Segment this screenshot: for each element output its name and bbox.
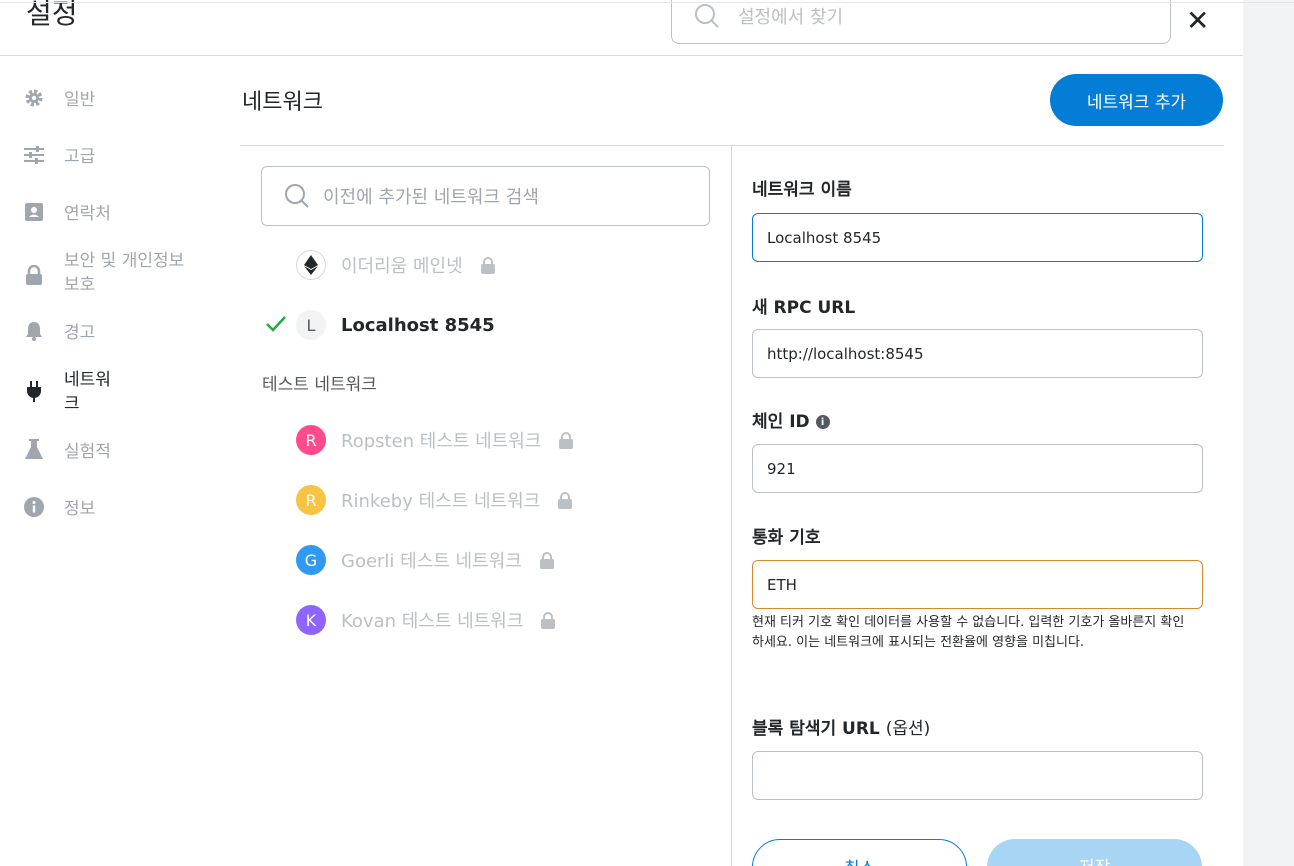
save-button[interactable]: 저장 bbox=[987, 839, 1202, 866]
sidebar-item-advanced[interactable]: 고급 bbox=[24, 145, 95, 169]
network-label: 이더리움 메인넷 bbox=[341, 256, 463, 277]
currency-symbol-input[interactable] bbox=[752, 560, 1203, 609]
section-title: 네트워크 bbox=[242, 90, 323, 115]
explorer-url-label: 블록 탐색기 URL bbox=[752, 719, 880, 739]
sidebar-item-alerts[interactable]: 경고 bbox=[24, 321, 95, 345]
sidebar-item-label: 고급 bbox=[64, 147, 96, 167]
cancel-button[interactable]: 취소 bbox=[752, 839, 967, 866]
bell-icon bbox=[24, 321, 44, 341]
settings-panel: 설정 설정에서 찾기 ✕ 일반 고급 연락처 보안 및 개인정보 보호 경고 네… bbox=[0, 0, 1243, 866]
settings-search-field[interactable]: 설정에서 찾기 bbox=[671, 0, 1171, 44]
section-divider bbox=[240, 145, 1224, 146]
explorer-optional-label: (옵션) bbox=[885, 719, 931, 739]
chain-id-label: 체인 ID bbox=[752, 412, 810, 432]
sidebar-item-label: 정보 bbox=[64, 499, 96, 519]
lock-icon bbox=[539, 551, 554, 569]
currency-symbol-label: 통화 기호 bbox=[752, 528, 821, 548]
explorer-url-input[interactable] bbox=[752, 751, 1203, 800]
top-border bbox=[0, 2, 1294, 3]
network-avatar: R bbox=[296, 485, 326, 515]
network-search-placeholder: 이전에 추가된 네트워크 검색 bbox=[323, 187, 539, 208]
rpc-url-label: 새 RPC URL bbox=[752, 298, 856, 318]
lock-icon bbox=[559, 431, 574, 449]
info-icon[interactable]: i bbox=[815, 415, 830, 429]
currency-symbol-warning: 현재 티커 기호 확인 데이터를 사용할 수 없습니다. 입력한 기호가 올바른… bbox=[752, 615, 1185, 650]
network-item-goerli[interactable]: G Goerli 테스트 네트워크 bbox=[296, 545, 554, 575]
network-name-input[interactable] bbox=[752, 213, 1203, 262]
network-label: Goerli 테스트 네트워크 bbox=[341, 551, 522, 572]
sidebar-item-networks[interactable]: 네트워 크 bbox=[24, 368, 111, 416]
close-icon[interactable]: ✕ bbox=[1186, 4, 1209, 37]
plug-icon bbox=[24, 381, 44, 402]
sidebar-item-experimental[interactable]: 실험적 bbox=[24, 439, 111, 464]
column-divider bbox=[731, 145, 732, 866]
network-item-localhost[interactable]: L Localhost 8545 bbox=[296, 310, 495, 340]
network-search-input[interactable]: 이전에 추가된 네트워크 검색 bbox=[261, 166, 710, 226]
check-icon bbox=[266, 316, 286, 332]
background-strip bbox=[1243, 0, 1294, 866]
chain-id-input[interactable] bbox=[752, 444, 1203, 493]
sidebar-item-general[interactable]: 일반 bbox=[24, 88, 95, 112]
network-item-ropsten[interactable]: R Ropsten 테스트 네트워크 bbox=[296, 425, 574, 455]
sliders-icon bbox=[24, 145, 44, 165]
sidebar-item-label: 보안 및 개인정보 보호 bbox=[64, 251, 185, 295]
network-avatar: L bbox=[296, 310, 326, 340]
page-title: 설정 bbox=[26, 0, 78, 30]
lock-icon bbox=[541, 611, 556, 629]
sidebar-item-contacts[interactable]: 연락처 bbox=[24, 202, 111, 226]
flask-icon bbox=[24, 439, 44, 460]
ethereum-icon bbox=[296, 250, 326, 280]
network-avatar: K bbox=[296, 605, 326, 635]
search-icon bbox=[695, 4, 719, 28]
sidebar-item-label: 일반 bbox=[64, 90, 96, 110]
network-avatar: G bbox=[296, 545, 326, 575]
sidebar-item-security[interactable]: 보안 및 개인정보 보호 bbox=[24, 249, 184, 297]
network-avatar: R bbox=[296, 425, 326, 455]
sidebar-item-label: 경고 bbox=[64, 323, 96, 343]
lock-icon bbox=[480, 256, 495, 274]
info-icon bbox=[24, 497, 44, 517]
network-item-mainnet[interactable]: 이더리움 메인넷 bbox=[296, 250, 495, 280]
lock-icon bbox=[24, 265, 44, 285]
network-label: Localhost 8545 bbox=[341, 314, 495, 336]
network-label: Ropsten 테스트 네트워크 bbox=[341, 431, 542, 452]
header-divider bbox=[0, 55, 1243, 56]
contact-book-icon bbox=[24, 202, 44, 222]
rpc-url-input[interactable] bbox=[752, 329, 1203, 378]
lock-icon bbox=[558, 491, 573, 509]
search-icon bbox=[285, 184, 309, 208]
network-item-kovan[interactable]: K Kovan 테스트 네트워크 bbox=[296, 605, 556, 635]
network-label: Kovan 테스트 네트워크 bbox=[341, 611, 524, 632]
network-label: Rinkeby 테스트 네트워크 bbox=[341, 491, 541, 512]
sidebar-item-label: 연락처 bbox=[64, 204, 111, 224]
settings-search-placeholder: 설정에서 찾기 bbox=[738, 7, 844, 28]
chain-id-label-row: 체인 ID i bbox=[752, 407, 830, 432]
test-networks-heading: 테스트 네트워크 bbox=[262, 375, 377, 395]
sidebar-item-about[interactable]: 정보 bbox=[24, 497, 95, 521]
add-network-button[interactable]: 네트워크 추가 bbox=[1050, 74, 1223, 126]
explorer-url-label-row: 블록 탐색기 URL (옵션) bbox=[752, 714, 930, 739]
sidebar-item-label: 네트워 크 bbox=[64, 370, 111, 414]
gear-icon bbox=[24, 88, 44, 108]
sidebar-item-label: 실험적 bbox=[64, 442, 111, 462]
network-name-label: 네트워크 이름 bbox=[752, 180, 852, 200]
network-item-rinkeby[interactable]: R Rinkeby 테스트 네트워크 bbox=[296, 485, 573, 515]
